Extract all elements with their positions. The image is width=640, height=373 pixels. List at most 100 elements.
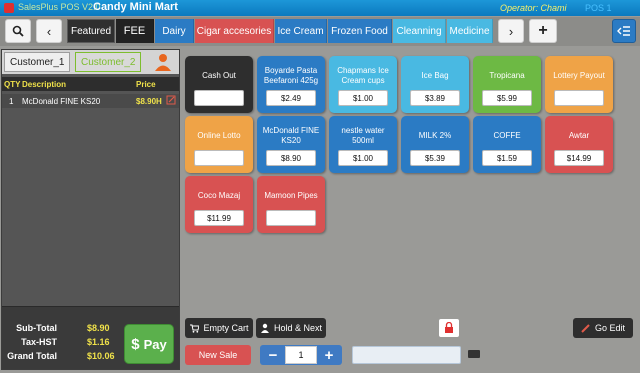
tab-customer-2[interactable]: Customer_2 bbox=[75, 52, 142, 72]
search-button[interactable] bbox=[5, 19, 31, 43]
tab-dairy[interactable]: Dairy bbox=[155, 19, 194, 43]
title-bar: SalesPlus POS V2.0 Candy Mini Mart Opera… bbox=[0, 0, 640, 16]
category-toolbar: ‹ Featured FEE Dairy Cigar accesories Ic… bbox=[0, 17, 640, 46]
line-qty: 1 bbox=[9, 97, 14, 106]
subtotal-row: Sub-Total $8.90 bbox=[2, 321, 122, 335]
line-description: McDonald FINE KS20 bbox=[22, 97, 101, 106]
product-name: Mamoon Pipes bbox=[264, 191, 318, 200]
pos-label: POS 1 bbox=[585, 3, 612, 13]
product-name: Awtar bbox=[568, 131, 590, 140]
plus-icon: + bbox=[538, 22, 548, 39]
search-icon bbox=[12, 25, 24, 37]
product-tile-tropicana[interactable]: Tropicana $5.99 bbox=[473, 56, 541, 113]
price-header: Price bbox=[136, 80, 156, 89]
tab-medicine[interactable]: Medicine bbox=[447, 19, 493, 43]
qty-header: QTY bbox=[4, 80, 21, 89]
product-tile-boyarde-pasta[interactable]: Boyarde Pasta Beefaroni 425g $2.49 bbox=[257, 56, 325, 113]
product-price: $3.89 bbox=[410, 90, 460, 106]
product-tile-ice-bag[interactable]: Ice Bag $3.89 bbox=[401, 56, 469, 113]
lock-icon bbox=[445, 322, 453, 333]
grand-total-label: Grand Total bbox=[7, 351, 57, 361]
product-price: $1.00 bbox=[338, 150, 388, 166]
new-sale-button[interactable]: New Sale bbox=[185, 345, 251, 365]
go-edit-button[interactable]: Go Edit bbox=[573, 318, 633, 338]
product-name: COFFE bbox=[493, 131, 521, 140]
prev-category-button[interactable]: ‹ bbox=[36, 19, 62, 43]
cart-icon bbox=[190, 324, 200, 333]
pencil-icon bbox=[581, 324, 590, 333]
pay-label: Pay bbox=[143, 336, 167, 352]
subtotal-value: $8.90 bbox=[87, 323, 110, 333]
empty-cart-button[interactable]: Empty Cart bbox=[185, 318, 253, 338]
quantity-stepper: − 1 + bbox=[260, 345, 342, 365]
keyboard-icon[interactable] bbox=[468, 350, 480, 358]
product-name: Boyarde Pasta Beefaroni 425g bbox=[263, 66, 319, 85]
product-tile-mamoon-pipes[interactable]: Mamoon Pipes bbox=[257, 176, 325, 233]
edit-line-icon[interactable] bbox=[166, 95, 176, 107]
product-price bbox=[194, 90, 244, 106]
tab-featured[interactable]: Featured bbox=[67, 19, 115, 43]
product-tile-coco-mazaj[interactable]: Coco Mazaj $11.99 bbox=[185, 176, 253, 233]
tab-frozen-food[interactable]: Frozen Food bbox=[328, 19, 392, 43]
operator-label[interactable]: Operator: Chami bbox=[500, 3, 567, 13]
tax-label: Tax-HST bbox=[21, 337, 57, 347]
product-tile-cash-out[interactable]: Cash Out bbox=[185, 56, 253, 113]
grand-total-value: $10.06 bbox=[87, 351, 115, 361]
add-customer-icon[interactable] bbox=[153, 52, 173, 72]
quantity-increase-button[interactable]: + bbox=[318, 345, 340, 365]
product-price: $1.59 bbox=[482, 150, 532, 166]
tab-cigar-accesories[interactable]: Cigar accesories bbox=[195, 19, 274, 43]
menu-icon bbox=[617, 26, 630, 36]
hold-next-button[interactable]: Hold & Next bbox=[256, 318, 326, 338]
grand-total-row: Grand Total $10.06 bbox=[2, 349, 122, 363]
product-tile-milk-2[interactable]: MILK 2% $5.39 bbox=[401, 116, 469, 173]
add-category-button[interactable]: + bbox=[529, 19, 557, 43]
product-price: $5.39 bbox=[410, 150, 460, 166]
product-name: Lottery Payout bbox=[553, 71, 605, 80]
product-name: Coco Mazaj bbox=[197, 191, 241, 200]
next-category-button[interactable]: › bbox=[498, 19, 524, 43]
tab-ice-cream[interactable]: Ice Cream bbox=[275, 19, 327, 43]
product-price bbox=[554, 90, 604, 106]
totals-section: Sub-Total $8.90 Tax-HST $1.16 Grand Tota… bbox=[2, 306, 179, 369]
tab-fee[interactable]: FEE bbox=[116, 19, 154, 43]
product-name: McDonald FINE KS20 bbox=[262, 126, 320, 145]
product-tile-online-lotto[interactable]: Online Lotto bbox=[185, 116, 253, 173]
product-price: $5.99 bbox=[482, 90, 532, 106]
quantity-input[interactable]: 1 bbox=[285, 346, 317, 364]
description-header: Description bbox=[22, 80, 67, 89]
product-tile-awtar[interactable]: Awtar $14.99 bbox=[545, 116, 613, 173]
customer-tabs: Customer_1 Customer_2 bbox=[2, 50, 179, 74]
order-line-item[interactable]: 1 McDonald FINE KS20 $8.90H bbox=[2, 94, 179, 108]
chevron-left-icon: ‹ bbox=[46, 23, 52, 39]
quantity-decrease-button[interactable]: − bbox=[262, 345, 284, 365]
menu-button[interactable] bbox=[612, 19, 636, 43]
product-tile-mcdonald-fine[interactable]: McDonald FINE KS20 $8.90 bbox=[257, 116, 325, 173]
pay-button[interactable]: $ Pay bbox=[124, 324, 174, 364]
barcode-input[interactable] bbox=[352, 346, 461, 364]
product-tile-lottery-payout[interactable]: Lottery Payout bbox=[545, 56, 613, 113]
user-icon bbox=[260, 323, 269, 333]
product-name: Online Lotto bbox=[197, 131, 241, 140]
app-name: SalesPlus POS V2.0 bbox=[18, 2, 101, 12]
product-name: MILK 2% bbox=[418, 131, 452, 140]
product-name: Cash Out bbox=[202, 71, 236, 80]
order-grid-header: QTY Description Price bbox=[2, 77, 179, 91]
tab-cleanning[interactable]: Cleanning bbox=[393, 19, 446, 43]
product-price: $8.90 bbox=[266, 150, 316, 166]
subtotal-label: Sub-Total bbox=[16, 323, 57, 333]
product-price: $1.00 bbox=[338, 90, 388, 106]
product-price bbox=[266, 210, 316, 226]
tax-value: $1.16 bbox=[87, 337, 110, 347]
hold-next-label: Hold & Next bbox=[273, 323, 323, 333]
product-tile-coffe[interactable]: COFFE $1.59 bbox=[473, 116, 541, 173]
go-edit-label: Go Edit bbox=[594, 323, 625, 333]
tab-customer-1[interactable]: Customer_1 bbox=[4, 52, 71, 72]
product-tile-chapmans-ice-cream[interactable]: Chapmans Ice Cream cups $1.00 bbox=[329, 56, 397, 113]
order-panel: Customer_1 Customer_2 QTY Description Pr… bbox=[1, 49, 180, 370]
lock-button[interactable] bbox=[439, 319, 459, 337]
product-tile-nestle-water[interactable]: nestle water 500ml $1.00 bbox=[329, 116, 397, 173]
product-name: Tropicana bbox=[489, 71, 525, 80]
product-price: $2.49 bbox=[266, 90, 316, 106]
chevron-right-icon: › bbox=[508, 23, 514, 39]
